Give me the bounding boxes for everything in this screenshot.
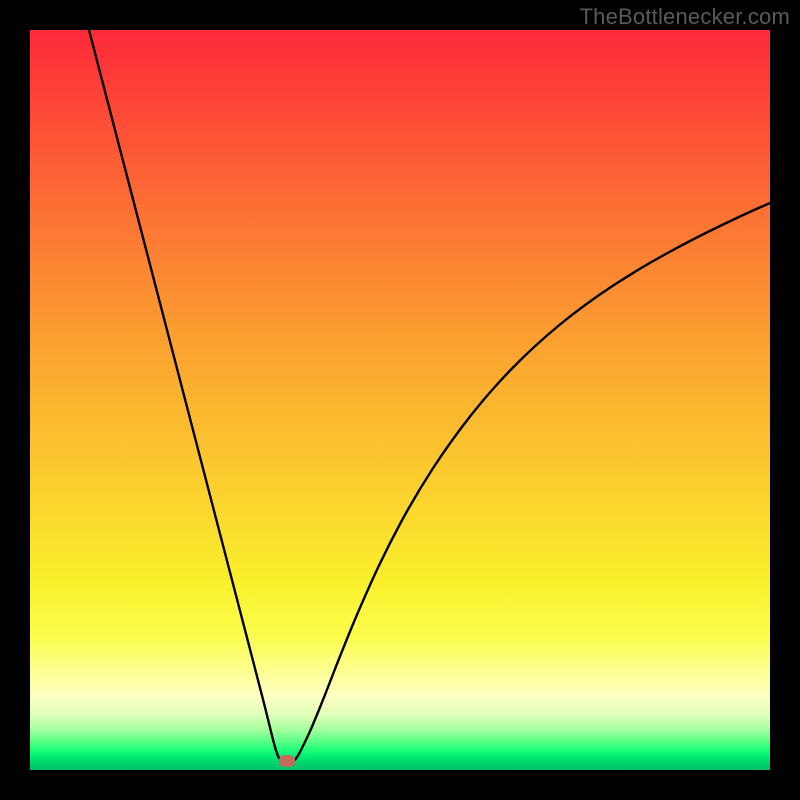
chart-frame: TheBottlenecker.com	[0, 0, 800, 800]
plot-area	[30, 30, 770, 770]
bottleneck-curve	[30, 30, 770, 770]
bottleneck-curve-path	[89, 30, 770, 762]
watermark-text: TheBottlenecker.com	[580, 4, 790, 30]
minimum-marker	[279, 755, 295, 767]
